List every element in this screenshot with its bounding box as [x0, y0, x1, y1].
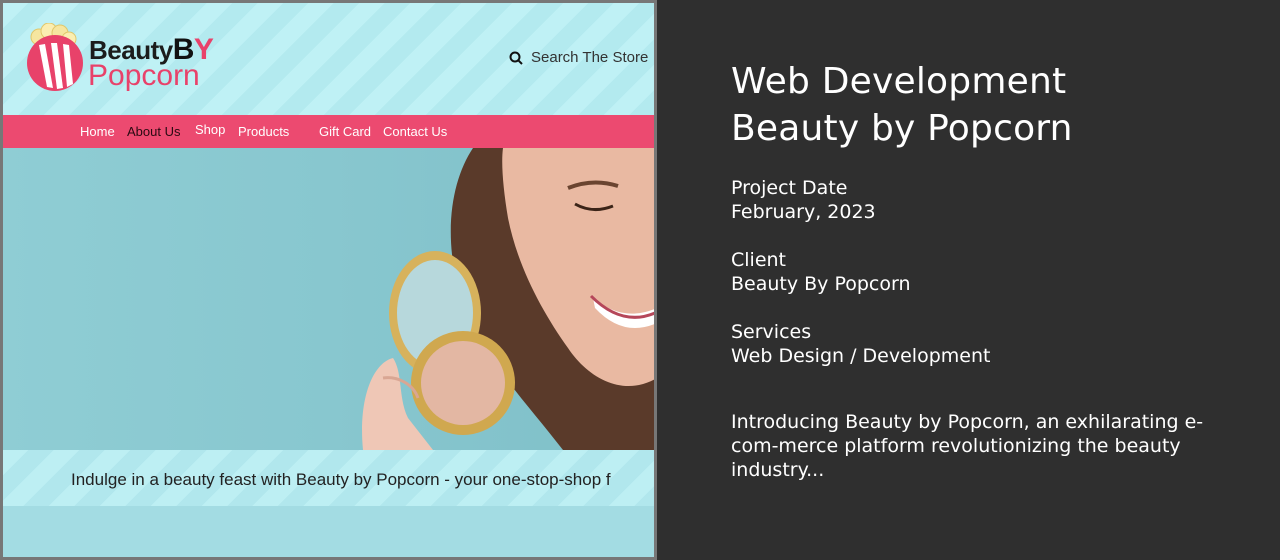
search-label: Search The Store [531, 49, 649, 66]
project-date-value: February, 2023 [731, 201, 876, 223]
project-intro: Introducing Beauty by Popcorn, an exhila… [731, 411, 1204, 481]
project-date-label: Project Date [731, 177, 848, 199]
nav-gift-card[interactable]: Gift Card [319, 124, 371, 139]
search-store[interactable]: Search The Store [509, 49, 648, 66]
project-client: Client Beauty By Popcorn [731, 248, 911, 296]
title-line-1: Web Development [731, 61, 1067, 102]
nav-home[interactable]: Home [80, 124, 115, 139]
search-icon [509, 51, 523, 65]
project-date: Project Date February, 2023 [731, 176, 876, 224]
client-label: Client [731, 249, 787, 271]
website-preview: BeautyBY Popcorn Search The Store Home A… [0, 0, 657, 560]
nav-products[interactable]: Products [238, 124, 289, 139]
tagline-bar: Indulge in a beauty feast with Beauty by… [3, 450, 654, 506]
bottom-band [3, 506, 654, 557]
nav-shop[interactable]: Shop [195, 122, 225, 137]
site-header: BeautyBY Popcorn Search The Store [3, 3, 654, 115]
project-title: Web Development Beauty by Popcorn [731, 58, 1073, 152]
hero-banner [3, 148, 654, 450]
main-nav: Home About Us Shop Products Gift Card Co… [3, 115, 654, 148]
hero-image [362, 148, 654, 450]
site-logo[interactable]: BeautyBY Popcorn [25, 23, 225, 95]
client-value: Beauty By Popcorn [731, 273, 911, 295]
nav-contact-us[interactable]: Contact Us [383, 124, 447, 139]
logo-text-bottom: Popcorn [88, 59, 200, 92]
title-line-2: Beauty by Popcorn [731, 108, 1073, 149]
popcorn-logo-icon [27, 23, 83, 91]
project-services: Services Web Design / Development [731, 320, 990, 368]
services-label: Services [731, 321, 812, 343]
services-value: Web Design / Development [731, 345, 991, 367]
nav-about-us[interactable]: About Us [127, 124, 180, 139]
tagline-text: Indulge in a beauty feast with Beauty by… [71, 470, 611, 489]
